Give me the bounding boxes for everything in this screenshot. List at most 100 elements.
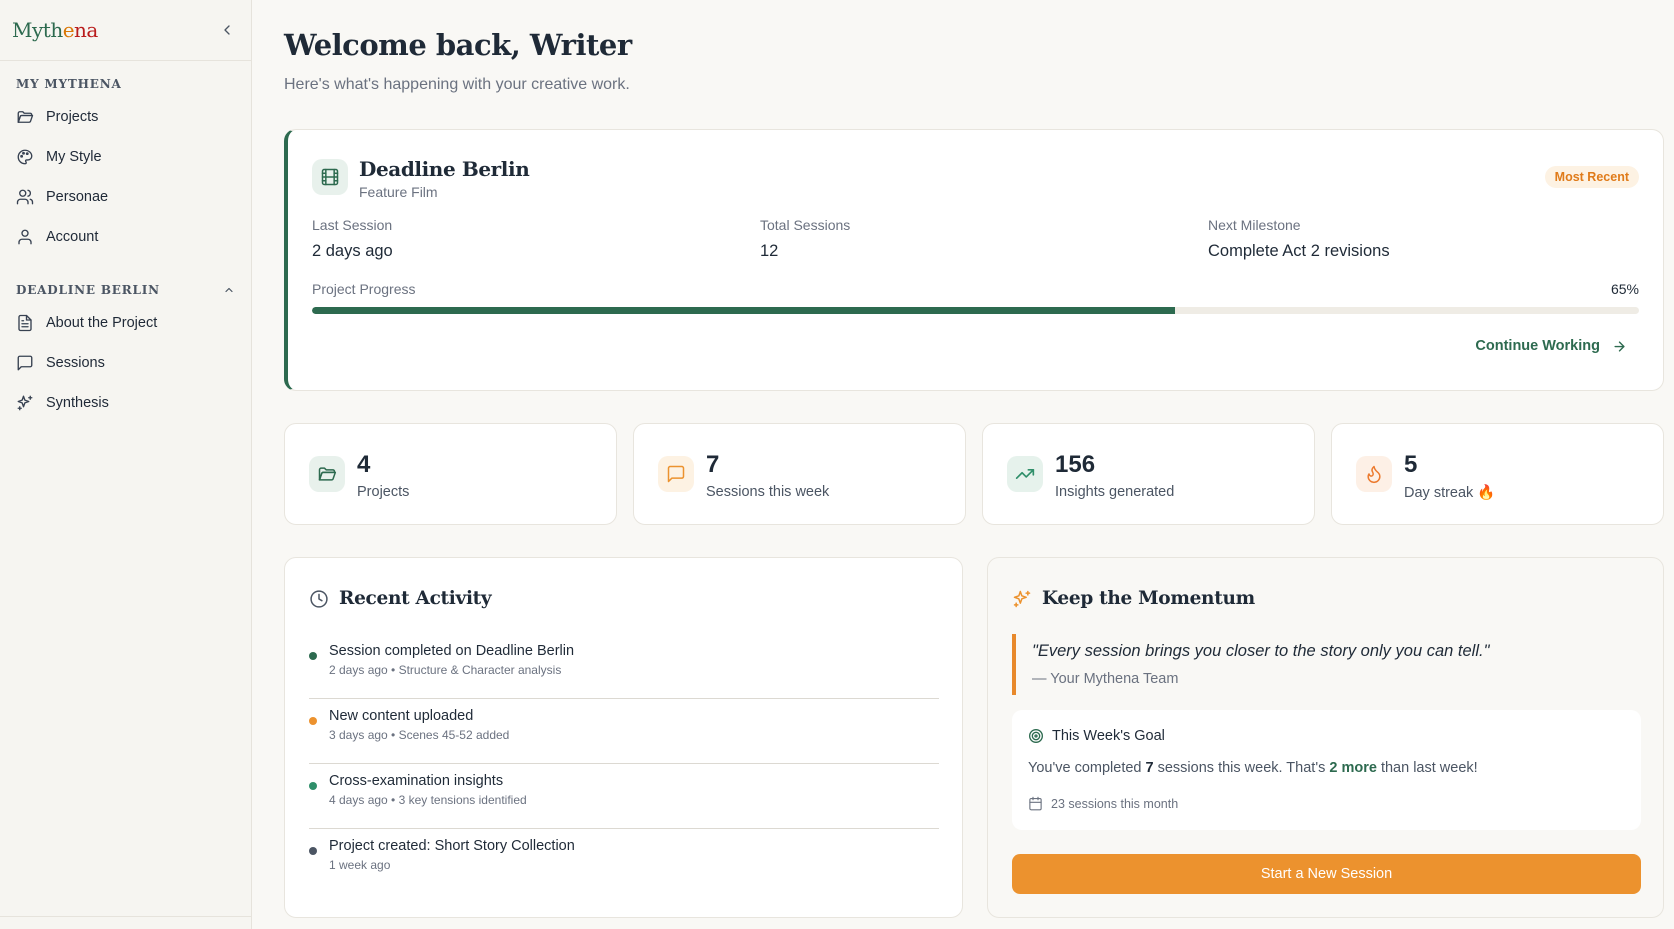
metric-icon-box: [658, 456, 694, 492]
weekly-goal-box: This Week's Goal You've completed 7 sess…: [1012, 710, 1641, 830]
metric-number: 5: [1404, 451, 1418, 478]
metric-label: Projects: [357, 484, 410, 500]
progress-bar: [312, 307, 1639, 314]
metric-card-streak: 5 Day streak 🔥: [1331, 423, 1664, 525]
activity-item[interactable]: New content uploaded 3 days ago • Scenes…: [309, 699, 939, 764]
sidebar-item-about-project[interactable]: About the Project: [0, 303, 251, 343]
section-title-text: My Mythena: [16, 77, 122, 91]
trending-up-icon: [1015, 469, 1035, 479]
activity-dot: [309, 652, 317, 660]
sidebar-item-label: Synthesis: [46, 395, 109, 411]
chevron-up-icon[interactable]: [223, 284, 235, 296]
logo-part: Myth: [12, 18, 63, 42]
metric-icon-box: [1356, 456, 1392, 492]
sidebar-item-synthesis[interactable]: Synthesis: [0, 383, 251, 423]
collapse-sidebar-button[interactable]: [215, 18, 239, 42]
activity-meta: 1 week ago: [329, 858, 391, 872]
chat-bubble-icon: [667, 465, 685, 483]
activity-item[interactable]: Project created: Short Story Collection …: [309, 829, 939, 894]
sidebar-item-sessions[interactable]: Sessions: [0, 343, 251, 383]
activity-dot: [309, 847, 317, 855]
motivational-quote: "Every session brings you closer to the …: [1012, 634, 1632, 695]
sidebar-item-label: Projects: [46, 109, 99, 125]
last-session-value: 2 days ago: [312, 242, 393, 260]
folder-icon: [17, 111, 34, 123]
chevron-left-icon: [224, 25, 230, 35]
sparkles-icon: [1013, 590, 1031, 607]
most-recent-badge: Most Recent: [1544, 166, 1639, 188]
progress-label: Project Progress: [312, 281, 416, 297]
quote-attribution: — Your Mythena Team: [1032, 671, 1179, 687]
metric-label: Insights generated: [1055, 484, 1175, 500]
target-icon: [1029, 729, 1043, 743]
goal-text-part: sessions this week. That's: [1153, 760, 1330, 776]
activity-title: Cross-examination insights: [329, 773, 504, 789]
goal-text-part: than last week!: [1376, 760, 1478, 776]
sidebar-header: Mythena: [0, 0, 251, 61]
project-title: Deadline Berlin: [359, 157, 530, 181]
continue-working-label: Continue Working: [1475, 338, 1600, 354]
activity-title: New content uploaded: [329, 708, 474, 724]
activity-meta: 2 days ago • Structure & Character analy…: [329, 663, 562, 677]
chat-bubble-icon: [17, 355, 33, 371]
logo-part: e: [62, 18, 75, 42]
start-new-session-button[interactable]: Start a New Session: [1012, 854, 1641, 894]
next-milestone-value: Complete Act 2 revisions: [1208, 242, 1390, 260]
activity-list: Session completed on Deadline Berlin 2 d…: [309, 634, 939, 894]
section-title-deadline-berlin[interactable]: Deadline Berlin: [0, 283, 251, 297]
sidebar-item-projects[interactable]: Projects: [0, 97, 251, 137]
activity-title: Project created: Short Story Collection: [329, 838, 575, 854]
progress-percent: 65%: [1610, 281, 1639, 297]
sidebar: Mythena My Mythena Projects My Style Per…: [0, 0, 252, 929]
user-icon: [18, 229, 32, 245]
activity-meta: 3 days ago • Scenes 45-52 added: [329, 728, 510, 742]
folder-icon: [318, 467, 337, 481]
momentum-title: Keep the Momentum: [1042, 588, 1255, 609]
total-sessions-label: Total Sessions: [760, 217, 851, 233]
sparkles-icon: [17, 395, 33, 411]
metric-card-insights: 156 Insights generated: [982, 423, 1315, 525]
goal-title-text: This Week's Goal: [1052, 728, 1165, 744]
goal-title: This Week's Goal: [1028, 728, 1165, 744]
sidebar-item-account[interactable]: Account: [0, 217, 251, 257]
quote-text: "Every session brings you closer to the …: [1032, 642, 1490, 660]
metric-label: Sessions this week: [706, 484, 830, 500]
sidebar-item-label: Account: [46, 229, 99, 245]
recent-activity-heading: Recent Activity: [309, 588, 492, 609]
activity-item[interactable]: Session completed on Deadline Berlin 2 d…: [309, 634, 939, 699]
metric-label: Day streak 🔥: [1404, 485, 1496, 501]
recent-project-card[interactable]: Deadline Berlin Feature Film Most Recent…: [284, 129, 1664, 391]
logo-part: na: [74, 18, 98, 42]
metric-number: 4: [357, 451, 371, 478]
sidebar-item-label: Personae: [46, 189, 109, 205]
metric-card-projects: 4 Projects: [284, 423, 617, 525]
goal-more: 2 more: [1329, 760, 1377, 776]
project-type: Feature Film: [359, 184, 438, 200]
goal-text-part: You've completed: [1028, 760, 1146, 776]
clock-icon: [310, 589, 328, 608]
last-session-label: Last Session: [312, 217, 393, 233]
metric-number: 156: [1055, 451, 1096, 478]
momentum-heading: Keep the Momentum: [1012, 588, 1255, 609]
sidebar-item-my-style[interactable]: My Style: [0, 137, 251, 177]
arrow-right-icon: [1614, 340, 1625, 352]
metric-card-sessions: 7 Sessions this week: [633, 423, 966, 525]
page-title: Welcome back, Writer: [284, 28, 632, 62]
activity-item[interactable]: Cross-examination insights 4 days ago • …: [309, 764, 939, 829]
recent-activity-card: Recent Activity Session completed on Dea…: [284, 557, 963, 918]
continue-working-button[interactable]: Continue Working: [1475, 338, 1627, 354]
film-icon: [321, 168, 339, 186]
activity-title: Session completed on Deadline Berlin: [329, 643, 575, 659]
metric-number: 7: [706, 451, 720, 478]
sidebar-item-label: About the Project: [46, 315, 158, 331]
sidebar-item-personae[interactable]: Personae: [0, 177, 251, 217]
sidebar-item-label: Sessions: [46, 355, 105, 371]
palette-icon: [17, 149, 33, 165]
app-logo[interactable]: Mythena: [12, 18, 98, 42]
metric-icon-box: [309, 456, 345, 492]
month-sessions: 23 sessions this month: [1028, 796, 1178, 811]
sidebar-footer-divider: [0, 916, 251, 917]
progress-fill: [312, 307, 1175, 314]
activity-meta: 4 days ago • 3 key tensions identified: [329, 793, 527, 807]
users-icon: [16, 189, 34, 205]
